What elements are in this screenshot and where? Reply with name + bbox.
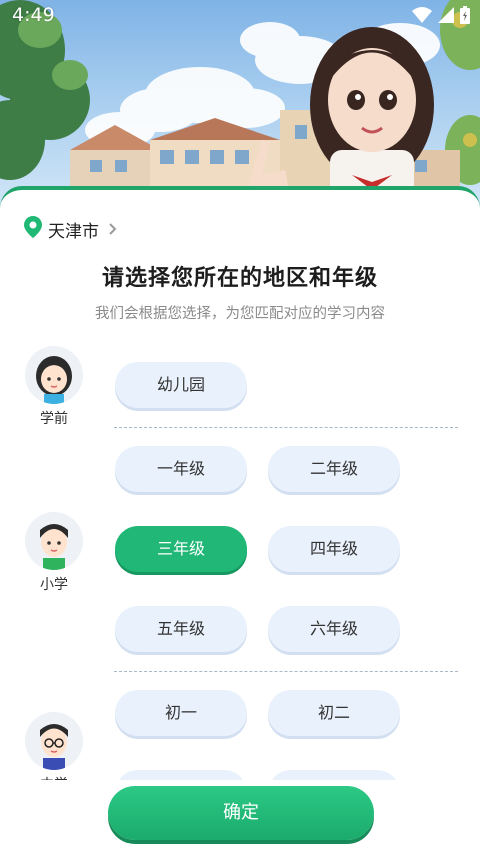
grade-button-grade2[interactable]: 二年级 <box>268 446 400 492</box>
grade-button-grade1[interactable]: 一年级 <box>115 446 247 492</box>
stage-primary: 小学 <box>22 512 86 594</box>
stage-label: 小学 <box>40 577 68 593</box>
grade-button-grade3[interactable]: 三年级 <box>115 526 247 572</box>
grade-button-kindergarten[interactable]: 幼儿园 <box>115 362 247 408</box>
status-bar: 4:49 <box>0 0 480 32</box>
location-selector[interactable]: 天津市 <box>24 216 117 242</box>
location-pin-icon <box>24 216 42 242</box>
boy-glasses-avatar <box>25 712 83 770</box>
grade-button-junior2[interactable]: 初二 <box>268 690 400 736</box>
chevron-right-icon <box>109 220 117 239</box>
page-title: 请选择您所在的地区和年级 <box>101 266 378 291</box>
confirm-button[interactable]: 确定 <box>108 786 374 840</box>
boy-avatar <box>25 512 83 570</box>
section-divider <box>114 427 458 428</box>
stage-preschool: 学前 <box>22 346 86 428</box>
wifi-icon <box>412 6 432 28</box>
grade-button-grade4[interactable]: 四年级 <box>268 526 400 572</box>
stage-label: 学前 <box>40 411 68 427</box>
signal-icon <box>438 7 454 27</box>
selection-sheet: 天津市 请选择您所在的地区和年级 我们会根据您选择，为您匹配对应的学习内容 学前… <box>0 186 480 853</box>
page-subtitle: 我们会根据您选择，为您匹配对应的学习内容 <box>95 306 385 322</box>
girl-avatar <box>25 346 83 404</box>
status-time: 4:49 <box>12 4 55 26</box>
status-icons <box>412 6 470 28</box>
grade-list[interactable]: 学前 幼儿园 一年级 二年级 小学 三年级 四年级 五年级 六年级 初一 初二 <box>0 340 480 780</box>
grade-button-partial[interactable] <box>268 770 400 780</box>
grade-button-junior1[interactable]: 初一 <box>115 690 247 736</box>
location-city: 天津市 <box>48 221 99 242</box>
grade-button-partial[interactable] <box>115 770 247 780</box>
grade-button-grade5[interactable]: 五年级 <box>115 606 247 652</box>
battery-icon <box>460 6 470 28</box>
stage-label: 中学 <box>22 774 86 780</box>
section-divider <box>114 671 458 672</box>
grade-button-grade6[interactable]: 六年级 <box>268 606 400 652</box>
stage-middle: 中学 <box>22 712 86 780</box>
